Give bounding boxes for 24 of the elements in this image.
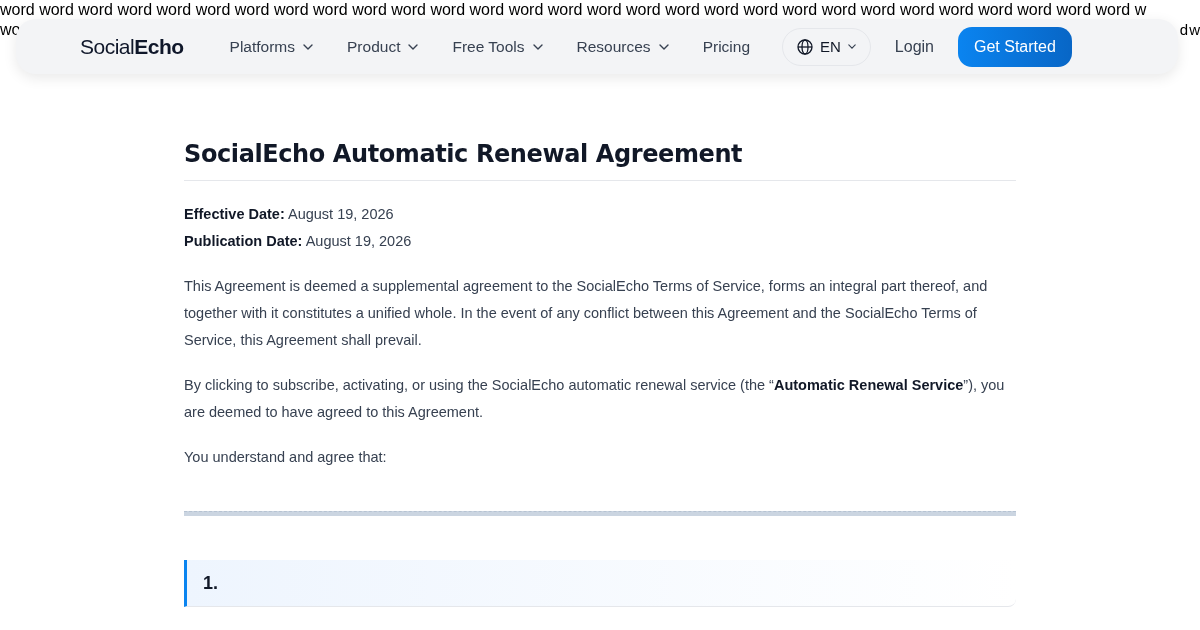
logo[interactable]: SocialEcho <box>80 34 184 59</box>
paragraph: By clicking to subscribe, activating, or using the SocialEcho automatic renewal service (the “Automatic Renewal Service”), you are deemed to have agreed to this Agreement. <box>184 376 1006 422</box>
language-selector[interactable]: EN <box>782 27 871 66</box>
paragraph: This Agreement is deemed a supplemental agreement to the SocialEcho Terms of Service, forms an integral part thereof, and together with it constitutes a unified whole. In the event of any conflict between this Agreement and the SocialEcho Terms of Service, this Agreement shall prevail. <box>184 277 989 350</box>
get-started-button[interactable]: Get Started <box>958 26 1072 67</box>
nav-link[interactable]: Product <box>347 37 419 56</box>
globe-icon <box>797 38 813 55</box>
background-text: d w <box>1179 20 1200 40</box>
nav-link[interactable]: Resources <box>576 37 669 56</box>
chevron-down-icon <box>658 43 669 50</box>
nav-link[interactable]: Pricing <box>702 37 750 56</box>
section-heading: 1. <box>184 560 1016 607</box>
date-line: Effective Date: August 19, 2026 <box>184 205 395 224</box>
paragraph: You understand and agree that: <box>184 448 388 467</box>
nav-link[interactable]: Platforms <box>229 37 313 56</box>
date-line: Publication Date: August 19, 2026 <box>184 232 413 251</box>
chevron-down-icon <box>303 43 313 50</box>
login-link[interactable]: Login <box>894 37 934 56</box>
page-title: SocialEcho Automatic Renewal Agreement <box>184 140 1016 181</box>
chevron-down-icon <box>847 44 856 49</box>
background-text: word word word word word word word word word word word word word word word word word word word word word word word word word word word word word w <box>0 0 1147 20</box>
chevron-down-icon <box>408 43 419 50</box>
chevron-down-icon <box>532 43 543 50</box>
nav-link[interactable]: Free Tools <box>452 37 543 56</box>
